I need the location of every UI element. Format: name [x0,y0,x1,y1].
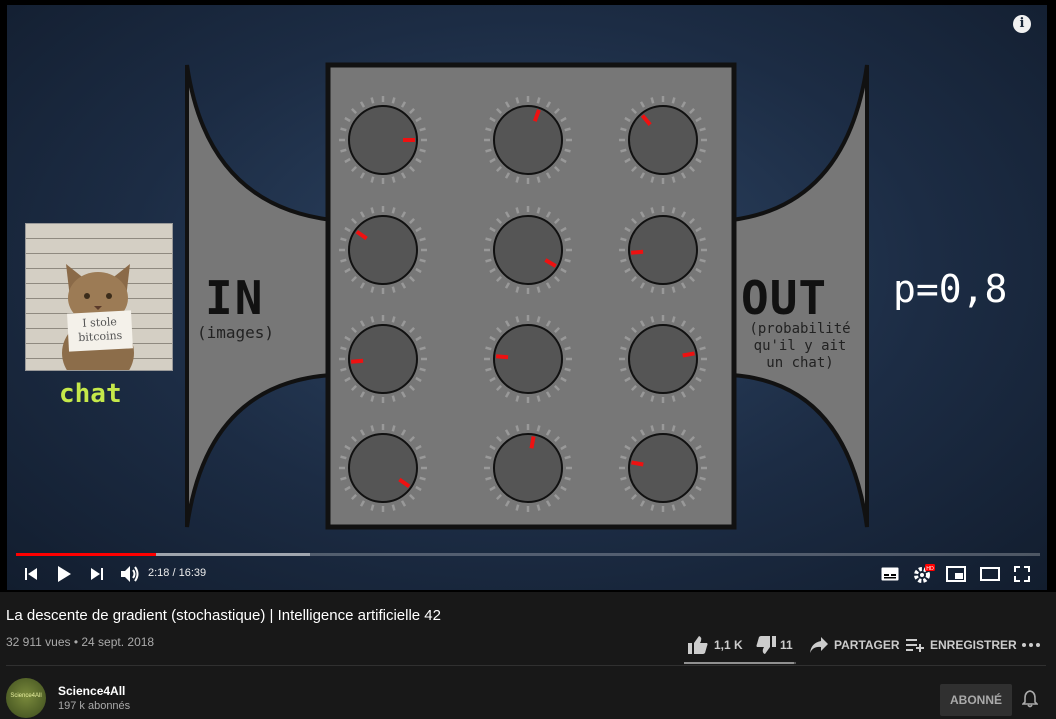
knob [348,324,418,394]
knob [493,105,563,175]
share-label: PARTAGER [834,638,900,652]
views-and-date: 32 911 vues • 24 sept. 2018 [6,635,155,649]
more-icon[interactable] [1022,634,1040,656]
svg-text:HD: HD [926,566,934,572]
like-icon [688,636,708,654]
subscribe-button[interactable]: ABONNÉ [940,684,1012,716]
like-button[interactable]: 1,1 K [688,634,743,656]
knob [628,105,698,175]
divider [6,665,1046,666]
knob-indicator [630,249,644,255]
video-player[interactable]: i I stole bitcoins chat IN (images) OUT … [0,0,1056,592]
knob [493,215,563,285]
subtitles-icon[interactable] [878,564,902,584]
player-controls: 2:18 / 16:39 HD [16,562,1040,586]
subscriber-count: 197 k abonnés [58,700,131,712]
fullscreen-icon[interactable] [1010,564,1034,584]
volume-icon[interactable] [118,564,142,584]
previous-icon[interactable] [20,564,42,584]
knob [628,324,698,394]
input-sublabel: (images) [197,323,275,342]
knob-indicator [631,460,644,467]
knob-indicator [529,436,536,449]
output-sublabel: (probabilité qu'il y ait un chat) [749,321,851,371]
knob [628,215,698,285]
knob [493,324,563,394]
video-frame[interactable]: i I stole bitcoins chat IN (images) OUT … [7,5,1047,590]
knob-indicator [495,354,509,360]
knob [628,433,698,503]
info-icon[interactable]: i [1013,15,1031,33]
video-title: La descente de gradient (stochastique) |… [6,607,441,624]
cat-label: chat [59,379,122,409]
probability-label: p=0,8 [893,267,1008,311]
dislike-icon [756,636,776,654]
like-ratio-bar [684,662,796,664]
cat-sign: I stole bitcoins [67,310,133,352]
save-label: ENREGISTRER [930,638,1017,652]
save-icon [906,639,924,652]
save-button[interactable]: ENREGISTRER [906,634,1017,656]
knob [348,433,418,503]
settings-icon[interactable]: HD [912,564,936,584]
knob [493,433,563,503]
theater-icon[interactable] [978,564,1002,584]
channel-avatar[interactable]: Science4All [6,678,46,718]
bell-icon[interactable] [1021,690,1039,713]
knob-indicator [682,351,695,358]
knob-indicator [350,358,364,364]
miniplayer-icon[interactable] [944,564,968,584]
input-label: IN [205,271,265,325]
dislike-button[interactable]: 11 [756,634,793,656]
played-bar [16,553,157,556]
play-icon[interactable] [52,564,76,584]
dislike-count: 11 [780,638,793,652]
share-button[interactable]: PARTAGER [810,634,900,656]
cat-photo: I stole bitcoins [25,223,173,371]
channel-name[interactable]: Science4All [58,684,125,698]
knob [348,215,418,285]
progress-bar[interactable] [16,553,1040,556]
share-icon [810,637,828,653]
time-display: 2:18 / 16:39 [148,567,207,579]
like-count: 1,1 K [714,638,743,652]
next-icon[interactable] [86,564,108,584]
output-label: OUT [741,271,828,325]
